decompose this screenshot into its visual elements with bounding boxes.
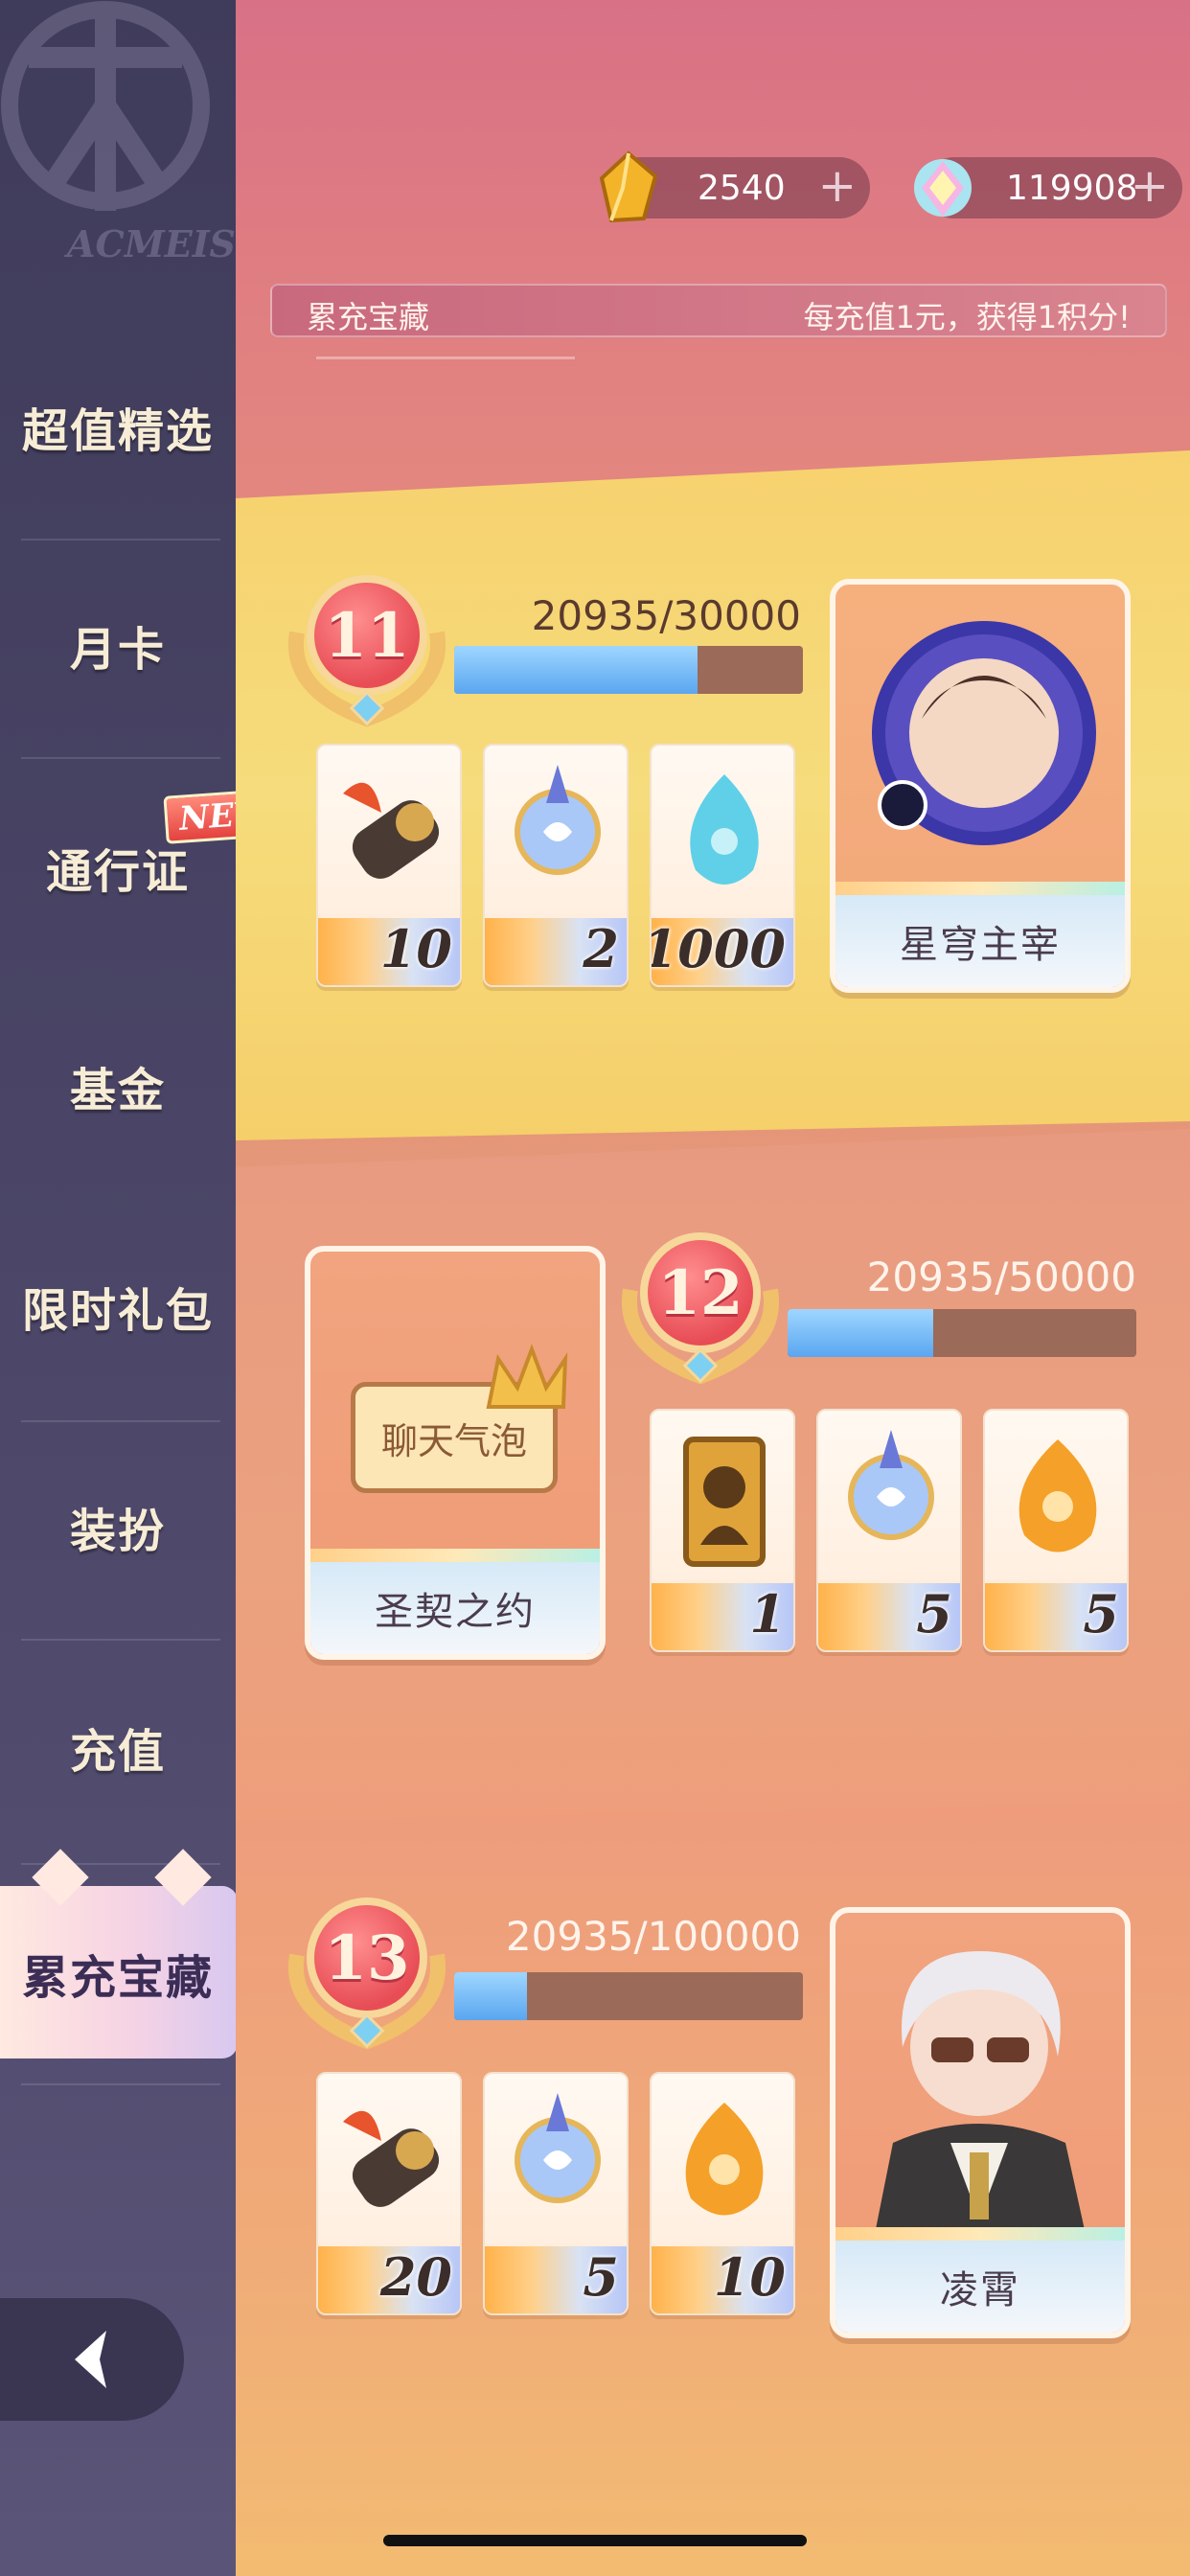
item-quantity: 1000 — [650, 918, 786, 979]
reward-item[interactable]: 1000 — [650, 744, 795, 987]
progress-bar — [454, 646, 803, 694]
logo-text: ACMEIS — [67, 222, 236, 265]
tier-medal: 11 — [278, 556, 456, 738]
sidebar-item-label: 装扮 — [69, 1505, 166, 1558]
item-quantity: 1 — [749, 1583, 786, 1644]
sidebar-item-value-picks[interactable]: 超值精选 — [0, 316, 236, 537]
item-quantity: 10 — [713, 2246, 786, 2308]
progress-bar — [454, 1972, 803, 2020]
chevron-left-icon — [75, 2331, 106, 2388]
progress-fill — [454, 646, 698, 694]
sidebar-item-recharge[interactable]: 充值 — [0, 1637, 236, 1857]
reward-showcase-card[interactable]: 星穹主宰 — [830, 579, 1131, 993]
tier-medal: 12 — [611, 1213, 790, 1395]
add-diamond-icon[interactable]: + — [1131, 161, 1169, 211]
sidebar-item-label: 累充宝藏 — [21, 1951, 214, 2005]
sidebar-item-label: 月卡 — [69, 623, 166, 677]
item-quantity: 10 — [379, 918, 452, 979]
reward-showcase-card[interactable]: 聊天气泡 圣契之约 — [305, 1246, 606, 1660]
crown-icon — [486, 1344, 568, 1409]
banner-description: 每充值1元，获得1积分! — [803, 299, 1131, 335]
rainbow-gem-icon — [914, 159, 972, 217]
character-portrait — [874, 1951, 1087, 2239]
gold-flame-crest-icon — [1018, 1439, 1097, 1552]
reward-item[interactable]: 5 — [983, 1409, 1129, 1652]
home-indicator — [383, 2535, 807, 2546]
progress-fill — [788, 1309, 934, 1357]
back-button[interactable] — [0, 2298, 184, 2421]
sidebar-item-monthly-card[interactable]: 月卡 — [0, 535, 236, 755]
reward-name: 凌霄 — [940, 2268, 1020, 2312]
tier-panel-11: 11 20935/30000 10 2 1000 星穹主宰 — [236, 450, 1190, 1140]
gold-crystal-icon — [599, 150, 658, 223]
item-quantity: 5 — [916, 1583, 952, 1644]
sidebar-item-fund[interactable]: 基金 — [0, 976, 236, 1196]
sidebar-item-limited-pack[interactable]: 限时礼包 — [0, 1196, 236, 1416]
progress-text: 20935/50000 — [866, 1254, 1136, 1300]
sidebar-item-label: 通行证 — [45, 845, 190, 899]
progress-text: 20935/30000 — [531, 592, 801, 639]
progress-text: 20935/100000 — [505, 1913, 801, 1960]
crystal-orb-icon — [515, 765, 601, 875]
reward-name: 星穹主宰 — [900, 923, 1061, 967]
scroll-icon — [343, 2110, 440, 2207]
info-banner: 累充宝藏 每充值1元，获得1积分! — [270, 284, 1167, 337]
scroll-icon — [343, 782, 440, 879]
reward-item[interactable]: 10 — [650, 2072, 795, 2315]
crystal-orb-icon — [515, 2093, 601, 2203]
banner-title: 累充宝藏 — [307, 299, 430, 335]
progress-bar — [788, 1309, 1136, 1357]
gold-card-icon — [683, 1437, 766, 1567]
reward-item[interactable]: 20 — [316, 2072, 462, 2315]
item-quantity: 5 — [1083, 1583, 1119, 1644]
diamond-amount: 119908 — [1006, 169, 1138, 208]
blue-flame-crest-icon — [690, 774, 759, 885]
main-content: 2540 + 119908 + 累充宝藏 每充值1元，获得1积分! 11 209… — [236, 0, 1190, 2576]
sidebar-item-label: 限时礼包 — [21, 1284, 214, 1338]
tier-panel-13: 13 20935/100000 20 5 10 凌霄 — [236, 1802, 1190, 2576]
reward-item[interactable]: 5 — [483, 2072, 629, 2315]
reward-showcase-card[interactable]: 凌霄 — [830, 1907, 1131, 2338]
sidebar-item-label: 充值 — [69, 1725, 166, 1779]
sidebar-item-outfit[interactable]: 装扮 — [0, 1416, 236, 1637]
currency-diamond[interactable]: 119908 + — [914, 157, 1182, 218]
item-quantity: 5 — [583, 2246, 619, 2308]
reward-item[interactable]: 5 — [816, 1409, 962, 1652]
gold-amount: 2540 — [698, 169, 786, 208]
reward-item[interactable]: 10 — [316, 744, 462, 987]
reward-name: 圣契之约 — [375, 1590, 536, 1634]
sidebar-divider — [21, 2083, 220, 2085]
sidebar-item-pass[interactable]: 通行证 — [0, 757, 236, 978]
avatar-frame-portrait — [872, 621, 1096, 845]
sidebar: ACMEIS 超值精选 月卡 通行证 NEW! 基金 限时礼包 装扮 充值 累充… — [0, 0, 301, 2576]
tier-panel-12: 聊天气泡 圣契之约 12 20935/50000 1 5 5 — [236, 1129, 1190, 1828]
reward-item[interactable]: 2 — [483, 744, 629, 987]
reward-item[interactable]: 1 — [650, 1409, 795, 1652]
add-gold-icon[interactable]: + — [818, 161, 857, 211]
banner-underline — [316, 356, 575, 359]
item-quantity: 20 — [379, 2246, 452, 2308]
currency-gold[interactable]: 2540 + — [599, 150, 870, 223]
sidebar-item-label: 超值精选 — [21, 404, 214, 458]
progress-fill — [454, 1972, 528, 2020]
item-quantity: 2 — [583, 918, 619, 979]
sidebar-item-label: 基金 — [69, 1064, 166, 1117]
gold-flame-crest-icon — [685, 2103, 764, 2216]
sidebar-item-accumulated-treasure[interactable]: 累充宝藏 — [0, 1863, 236, 2083]
crystal-orb-icon — [848, 1430, 934, 1540]
tier-medal: 13 — [278, 1878, 456, 2060]
chat-bubble-text: 聊天气泡 — [380, 1419, 527, 1462]
